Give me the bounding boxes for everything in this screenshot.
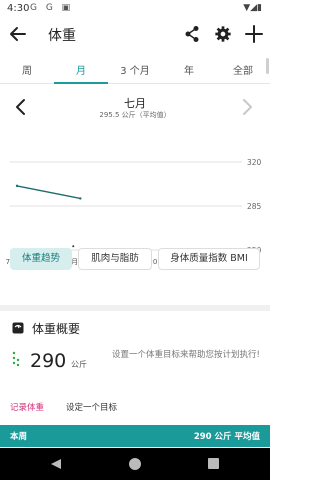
scale-icon [12, 322, 24, 334]
system-navigation-bar [0, 448, 270, 480]
week-summary-bar[interactable]: 本周 290 公斤 平均值 [0, 425, 270, 447]
period-title: 七月 [124, 97, 146, 110]
record-weight-button[interactable]: 记录体重 [10, 401, 44, 413]
goal-hint[interactable]: 设置一个体重目标来帮助您按计划执行! [112, 348, 262, 363]
tab-month[interactable]: 月 [54, 62, 108, 77]
y-tick-label: 285 [247, 202, 262, 211]
y-tick-label: 320 [247, 158, 262, 167]
weight-unit: 公斤 [71, 360, 87, 369]
period-average: 295.5 公斤（平均值） [99, 111, 171, 119]
system-icons: ▼◢▮ [243, 3, 262, 13]
weight-value: 290 [30, 350, 67, 372]
share-icon[interactable] [184, 25, 200, 43]
period-tabs: 周 月 3 个月 年 全部 [0, 56, 270, 84]
nav-back-icon[interactable] [50, 458, 62, 470]
scrollbar[interactable] [266, 58, 269, 74]
add-icon[interactable] [244, 23, 264, 45]
tab-3-months[interactable]: 3 个月 [108, 62, 162, 77]
weight-trend-icon [12, 351, 20, 367]
status-bar: 4:30 G G ▣ ▼◢▮ [0, 0, 270, 18]
set-goal-button[interactable]: 设定一个目标 [66, 401, 117, 413]
series-line [16, 185, 81, 200]
tab-year[interactable]: 年 [162, 62, 216, 77]
period-navigator: 七月 295.5 公斤（平均值） [0, 90, 270, 124]
tab-all[interactable]: 全部 [216, 62, 270, 77]
notification-icons: G G ▣ [30, 3, 74, 13]
chevron-right-icon[interactable] [240, 98, 254, 116]
section-divider [0, 305, 270, 311]
gear-icon[interactable] [214, 24, 232, 44]
week-average: 290 公斤 平均值 [193, 432, 260, 442]
chip-muscle-fat[interactable]: 肌肉与脂肪 [78, 248, 152, 270]
active-tab-indicator [54, 82, 108, 84]
data-point [15, 184, 19, 188]
week-label: 本周 [10, 432, 28, 442]
data-point [72, 245, 75, 248]
summary-actions: 记录体重 设定一个目标 [0, 396, 270, 418]
data-point [79, 197, 82, 200]
status-time: 4:30 [7, 3, 30, 14]
page-title: 体重 [48, 28, 76, 44]
summary-title: 体重概要 [32, 322, 81, 336]
back-arrow-icon[interactable] [9, 24, 27, 44]
nav-recents-icon[interactable] [208, 458, 219, 469]
chart-type-chips: 体重趋势 肌肉与脂肪 身体质量指数 BMI [0, 248, 270, 274]
chip-weight-trend[interactable]: 体重趋势 [10, 248, 72, 270]
app-bar: 体重 [0, 18, 270, 50]
chip-bmi[interactable]: 身体质量指数 BMI [158, 248, 260, 270]
tab-week[interactable]: 周 [0, 62, 54, 77]
nav-home-icon[interactable] [128, 457, 142, 471]
